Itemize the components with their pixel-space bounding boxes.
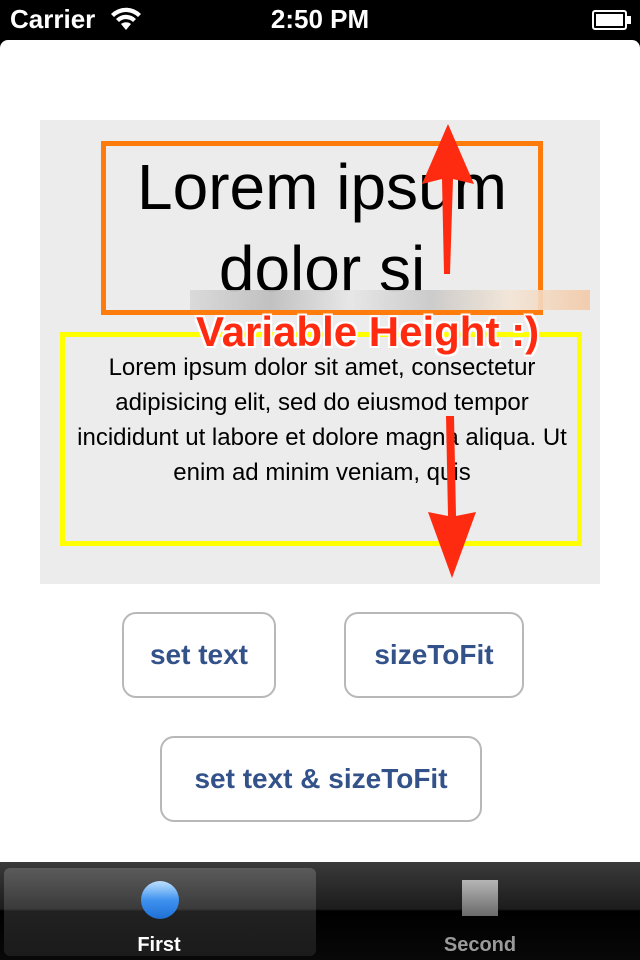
set-text-button[interactable]: set text (122, 612, 276, 698)
tab-bar: First Second (0, 862, 640, 960)
size-to-fit-button[interactable]: sizeToFit (344, 612, 524, 698)
up-arrow-icon (422, 124, 474, 274)
blue-circle-icon (141, 881, 179, 919)
tab-first-label: First (137, 934, 181, 956)
status-bar: Carrier 2:50 PM (0, 0, 640, 40)
clock-label: 2:50 PM (270, 4, 370, 34)
variable-height-annotation: Variable Height :) (196, 308, 540, 355)
gray-square-icon[interactable] (462, 880, 498, 916)
tab-second-label[interactable]: Second (380, 934, 580, 957)
battery-icon (592, 10, 632, 35)
main-view: Lorem ipsum dolor si Lorem ipsum dolor s… (0, 40, 640, 862)
down-arrow-icon (428, 416, 476, 578)
set-text-and-size-to-fit-button[interactable]: set text & sizeToFit (160, 736, 482, 822)
small-label: Lorem ipsum dolor sit amet, consectetur … (77, 354, 567, 486)
annotation-backdrop (190, 290, 590, 310)
